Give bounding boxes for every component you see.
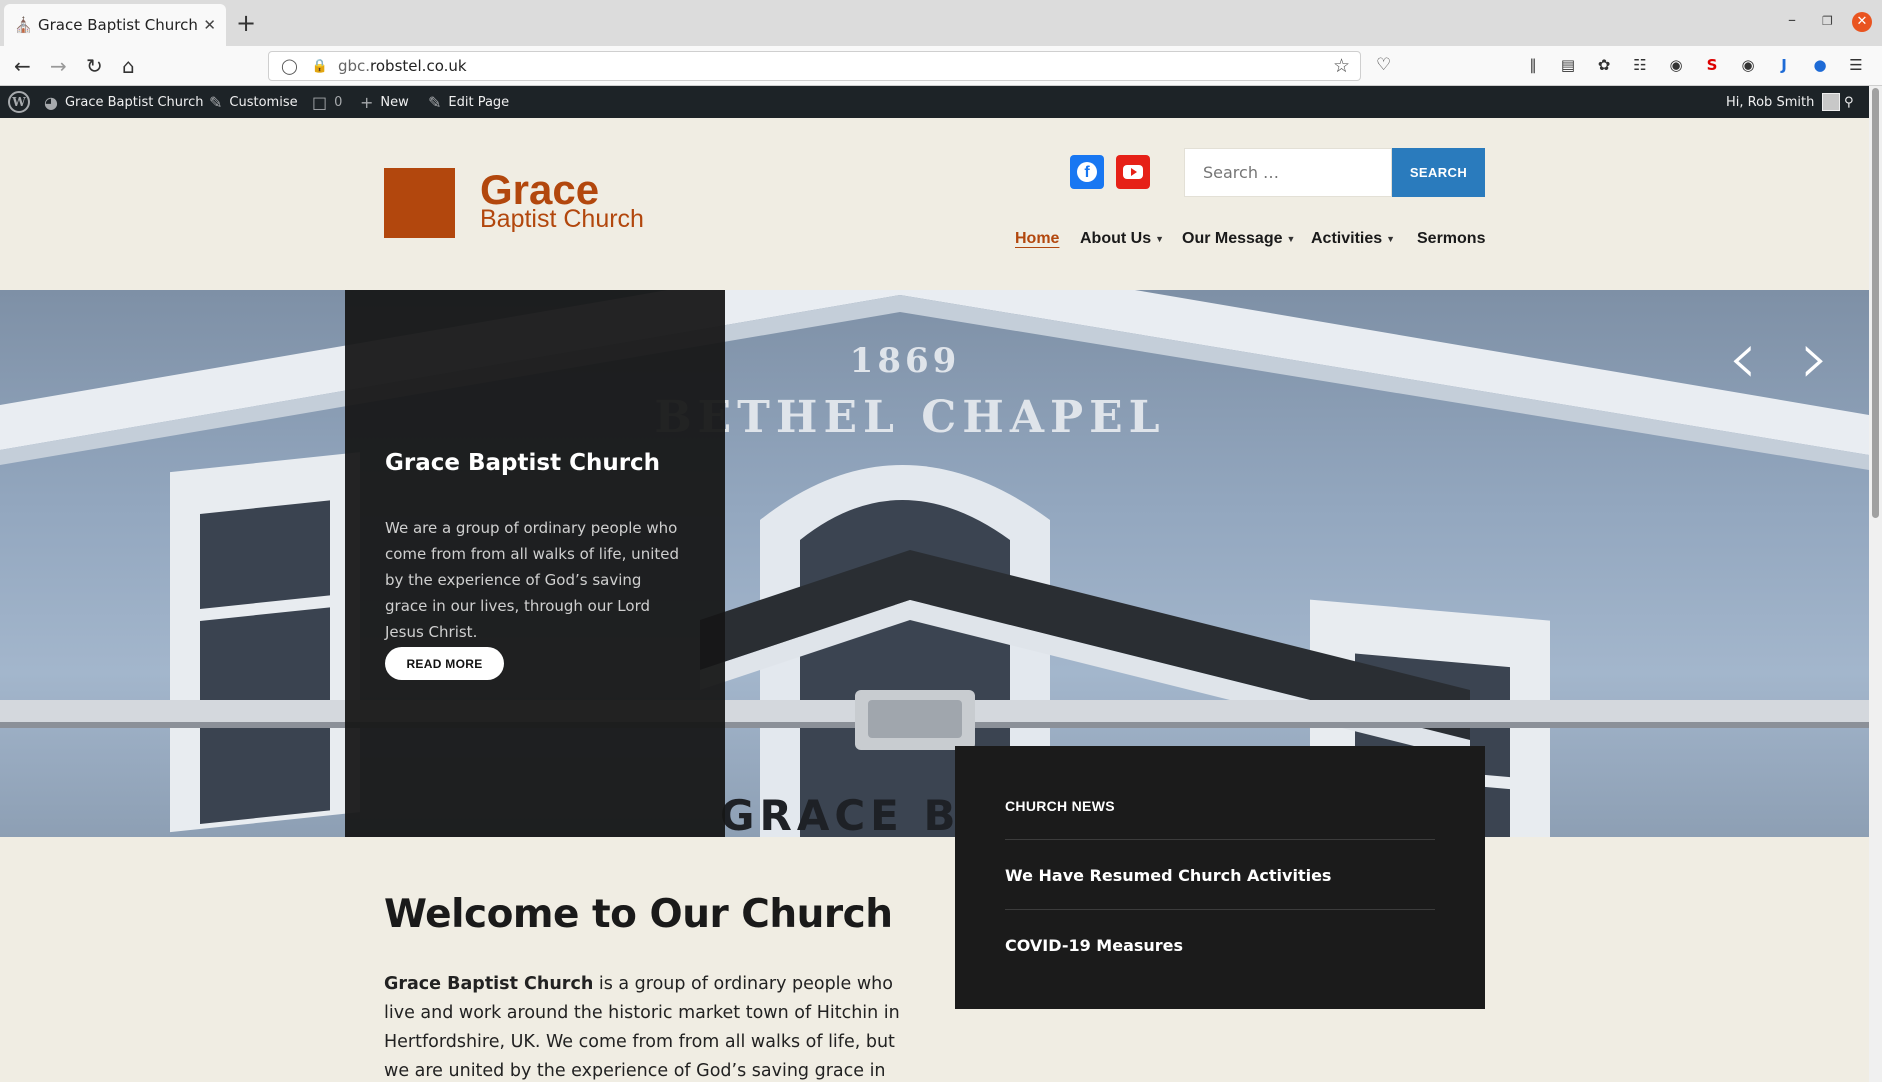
- nav-home[interactable]: Home: [1015, 227, 1059, 251]
- forward-icon[interactable]: →: [50, 54, 67, 78]
- page-scrollbar[interactable]: [1869, 86, 1882, 1082]
- close-tab-icon[interactable]: ✕: [203, 16, 216, 34]
- nav-activities[interactable]: Activities ▼: [1311, 227, 1395, 251]
- browser-tab-bar: ⛪ Grace Baptist Church ✕ + – ❐ ✕: [0, 0, 1882, 46]
- bookmark-star-icon[interactable]: ☆: [1333, 55, 1350, 77]
- chapel-name-text: BETHEL CHAPEL: [654, 392, 1165, 443]
- slider-next-icon[interactable]: ›: [1800, 318, 1830, 398]
- chevron-down-icon: ▼: [1155, 234, 1165, 244]
- hero-slider: 1869 BETHEL CHAPEL GRACE BAPTIS Grace Ba…: [0, 290, 1869, 837]
- news-item[interactable]: COVID-19 Measures: [1005, 936, 1183, 955]
- dashboard-icon: ◕: [44, 92, 58, 112]
- church-news-heading: CHURCH NEWS: [1005, 798, 1115, 814]
- scrollbar-thumb[interactable]: [1872, 88, 1879, 518]
- chevron-down-icon: ▼: [1386, 234, 1396, 244]
- extension-icon[interactable]: ◉: [1738, 56, 1758, 74]
- minimize-icon[interactable]: –: [1788, 10, 1796, 29]
- youtube-button[interactable]: [1116, 155, 1150, 189]
- window-close-icon[interactable]: ✕: [1852, 12, 1872, 32]
- facebook-icon: f: [1077, 162, 1097, 182]
- sidebar-icon[interactable]: ▤: [1558, 56, 1578, 74]
- wp-admin-bar: W ◕ Grace Baptist Church ✎ Customise □ 0…: [0, 86, 1869, 118]
- extension-icon[interactable]: ◉: [1666, 56, 1686, 74]
- welcome-text: Grace Baptist Church is a group of ordin…: [384, 974, 900, 1081]
- wordpress-logo-icon[interactable]: W: [8, 86, 30, 118]
- facebook-button[interactable]: f: [1070, 155, 1104, 189]
- admin-comments[interactable]: □ 0: [312, 86, 342, 118]
- hero-caption-panel: Grace Baptist Church We are a group of o…: [345, 290, 725, 837]
- admin-site-name[interactable]: ◕ Grace Baptist Church: [44, 86, 203, 118]
- hero-title: Grace Baptist Church: [385, 450, 661, 476]
- chapel-year-text: 1869: [850, 341, 961, 381]
- plus-icon: +: [360, 92, 374, 112]
- restore-icon[interactable]: ❐: [1822, 14, 1833, 28]
- admin-new[interactable]: + New: [360, 86, 409, 118]
- youtube-icon: [1123, 165, 1143, 179]
- brush-icon: ✎: [209, 92, 223, 112]
- reload-icon[interactable]: ↻: [86, 54, 103, 78]
- comment-icon: □: [312, 92, 328, 112]
- extension-icon[interactable]: ●: [1810, 56, 1830, 74]
- extension-icon[interactable]: ✿: [1594, 56, 1614, 74]
- tracking-shield-icon[interactable]: ◯: [281, 57, 298, 75]
- admin-edit-page[interactable]: ✎ Edit Page: [428, 86, 509, 118]
- browser-nav-bar: ← → ↻ ⌂ ◯ 🔒 gbc.robstel.co.uk ☆ ♡ ∥ ▤ ✿ …: [0, 46, 1882, 86]
- new-tab-button[interactable]: +: [236, 10, 256, 36]
- nav-about-us[interactable]: About Us ▼: [1080, 227, 1164, 251]
- logo-mark[interactable]: [384, 168, 455, 238]
- url-bar[interactable]: ◯ 🔒 gbc.robstel.co.uk ☆: [268, 51, 1361, 81]
- church-news-panel: CHURCH NEWS We Have Resumed Church Activ…: [955, 746, 1485, 1009]
- pencil-icon: ✎: [428, 92, 442, 112]
- search-input[interactable]: [1184, 148, 1392, 197]
- church-favicon-icon: ⛪: [14, 16, 33, 34]
- admin-customise[interactable]: ✎ Customise: [209, 86, 298, 118]
- extension-icon[interactable]: S: [1702, 56, 1722, 74]
- back-icon[interactable]: ←: [14, 54, 31, 78]
- url-text: gbc.robstel.co.uk: [337, 57, 467, 75]
- extension-icon[interactable]: ☷: [1630, 56, 1650, 74]
- search-button[interactable]: SEARCH: [1392, 148, 1485, 197]
- avatar: [1822, 93, 1841, 111]
- divider: [1005, 839, 1435, 840]
- logo-subtitle[interactable]: Baptist Church: [480, 204, 644, 234]
- news-item[interactable]: We Have Resumed Church Activities: [1005, 866, 1331, 885]
- pocket-icon[interactable]: ♡: [1376, 55, 1391, 75]
- welcome-title: Welcome to Our Church: [384, 892, 893, 937]
- nav-sermons[interactable]: Sermons: [1417, 227, 1485, 251]
- tab-title: Grace Baptist Church: [38, 16, 198, 34]
- extension-icon[interactable]: J: [1774, 56, 1794, 74]
- chevron-down-icon: ▼: [1286, 234, 1296, 244]
- menu-icon[interactable]: ☰: [1846, 56, 1866, 74]
- slider-prev-icon[interactable]: ‹: [1728, 318, 1758, 398]
- lock-icon[interactable]: 🔒: [312, 59, 328, 74]
- admin-account[interactable]: Hi, Rob Smith: [1726, 86, 1841, 118]
- read-more-button[interactable]: READ MORE: [385, 647, 504, 680]
- hero-text: We are a group of ordinary people who co…: [385, 519, 679, 641]
- divider: [1005, 909, 1435, 910]
- home-icon[interactable]: ⌂: [122, 54, 135, 78]
- chapel-image: 1869 BETHEL CHAPEL GRACE BAPTIS: [0, 290, 1869, 837]
- library-icon[interactable]: ∥: [1523, 56, 1543, 74]
- browser-tab[interactable]: ⛪ Grace Baptist Church ✕: [4, 4, 226, 46]
- admin-search-icon[interactable]: ⚲: [1844, 86, 1854, 118]
- nav-our-message[interactable]: Our Message ▼: [1182, 227, 1295, 251]
